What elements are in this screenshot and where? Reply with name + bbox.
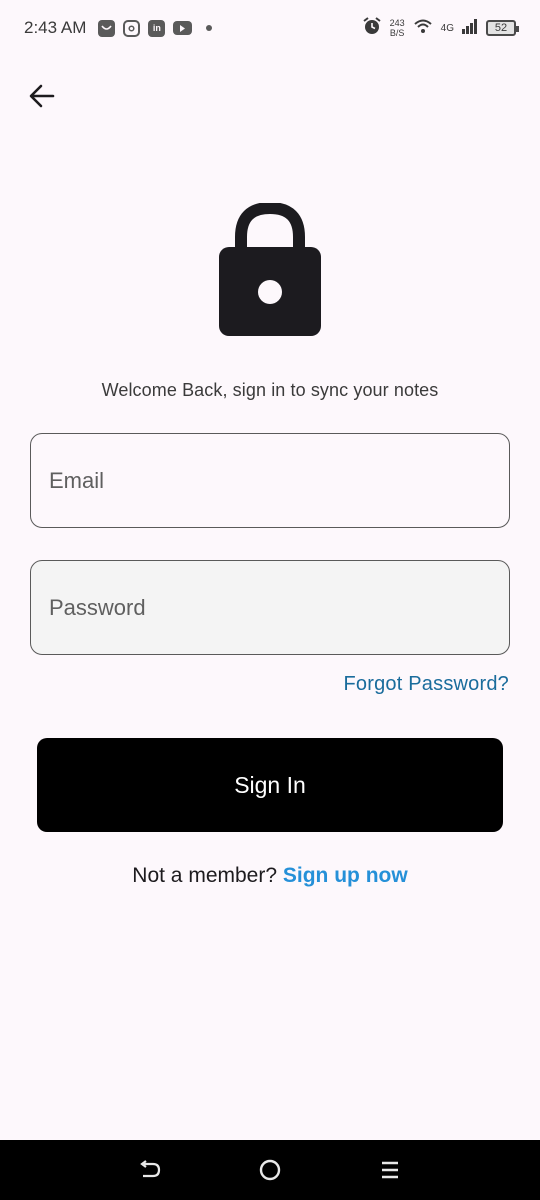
signal-icon: [462, 18, 478, 39]
back-nav-button[interactable]: [130, 1150, 170, 1190]
welcome-text: Welcome Back, sign in to sync your notes: [101, 380, 439, 400]
status-right: 243 B/S 4G 52: [362, 16, 519, 41]
network-type: 4G: [440, 22, 454, 34]
status-time: 2:43 AM: [24, 18, 87, 37]
net-speed-value: 243: [389, 18, 405, 28]
battery-level: 52: [494, 22, 508, 34]
back-nav-icon: [140, 1160, 161, 1178]
password-field[interactable]: [30, 560, 510, 655]
net-speed-unit: B/S: [389, 28, 405, 38]
wifi-icon: [413, 18, 433, 39]
home-nav-button[interactable]: [250, 1150, 290, 1190]
sign-in-button[interactable]: Sign In: [37, 738, 503, 832]
email-input[interactable]: [49, 467, 509, 494]
recents-nav-button[interactable]: [370, 1150, 410, 1190]
signup-row: Not a member? Sign up now: [0, 864, 540, 888]
linkedin-icon: in: [148, 19, 166, 37]
youtube-icon: [173, 21, 193, 35]
sign-up-link[interactable]: Sign up now: [283, 864, 408, 887]
back-button[interactable]: [22, 76, 62, 116]
home-nav-icon: [259, 1159, 281, 1181]
lock-icon: [219, 203, 321, 336]
status-left: 2:43 AM in: [24, 18, 213, 38]
signup-prompt: Not a member?: [132, 864, 278, 887]
status-bar: 2:43 AM in 243 B/S 4G 52: [0, 0, 540, 56]
arrow-left-icon: [29, 84, 55, 108]
navigation-bar: [0, 1140, 540, 1200]
password-input[interactable]: [49, 594, 509, 621]
sign-in-label: Sign In: [234, 771, 306, 798]
forgot-password-link[interactable]: Forgot Password?: [344, 673, 510, 696]
battery-icon: 52: [486, 20, 519, 36]
email-field[interactable]: [30, 433, 510, 528]
alarm-icon: [362, 16, 382, 41]
net-speed: 243 B/S: [390, 18, 405, 38]
instagram-icon: [123, 19, 141, 37]
recents-nav-icon: [382, 1161, 398, 1179]
more-notifications-dot: [206, 25, 213, 31]
shopping-bag-icon: [98, 19, 116, 37]
